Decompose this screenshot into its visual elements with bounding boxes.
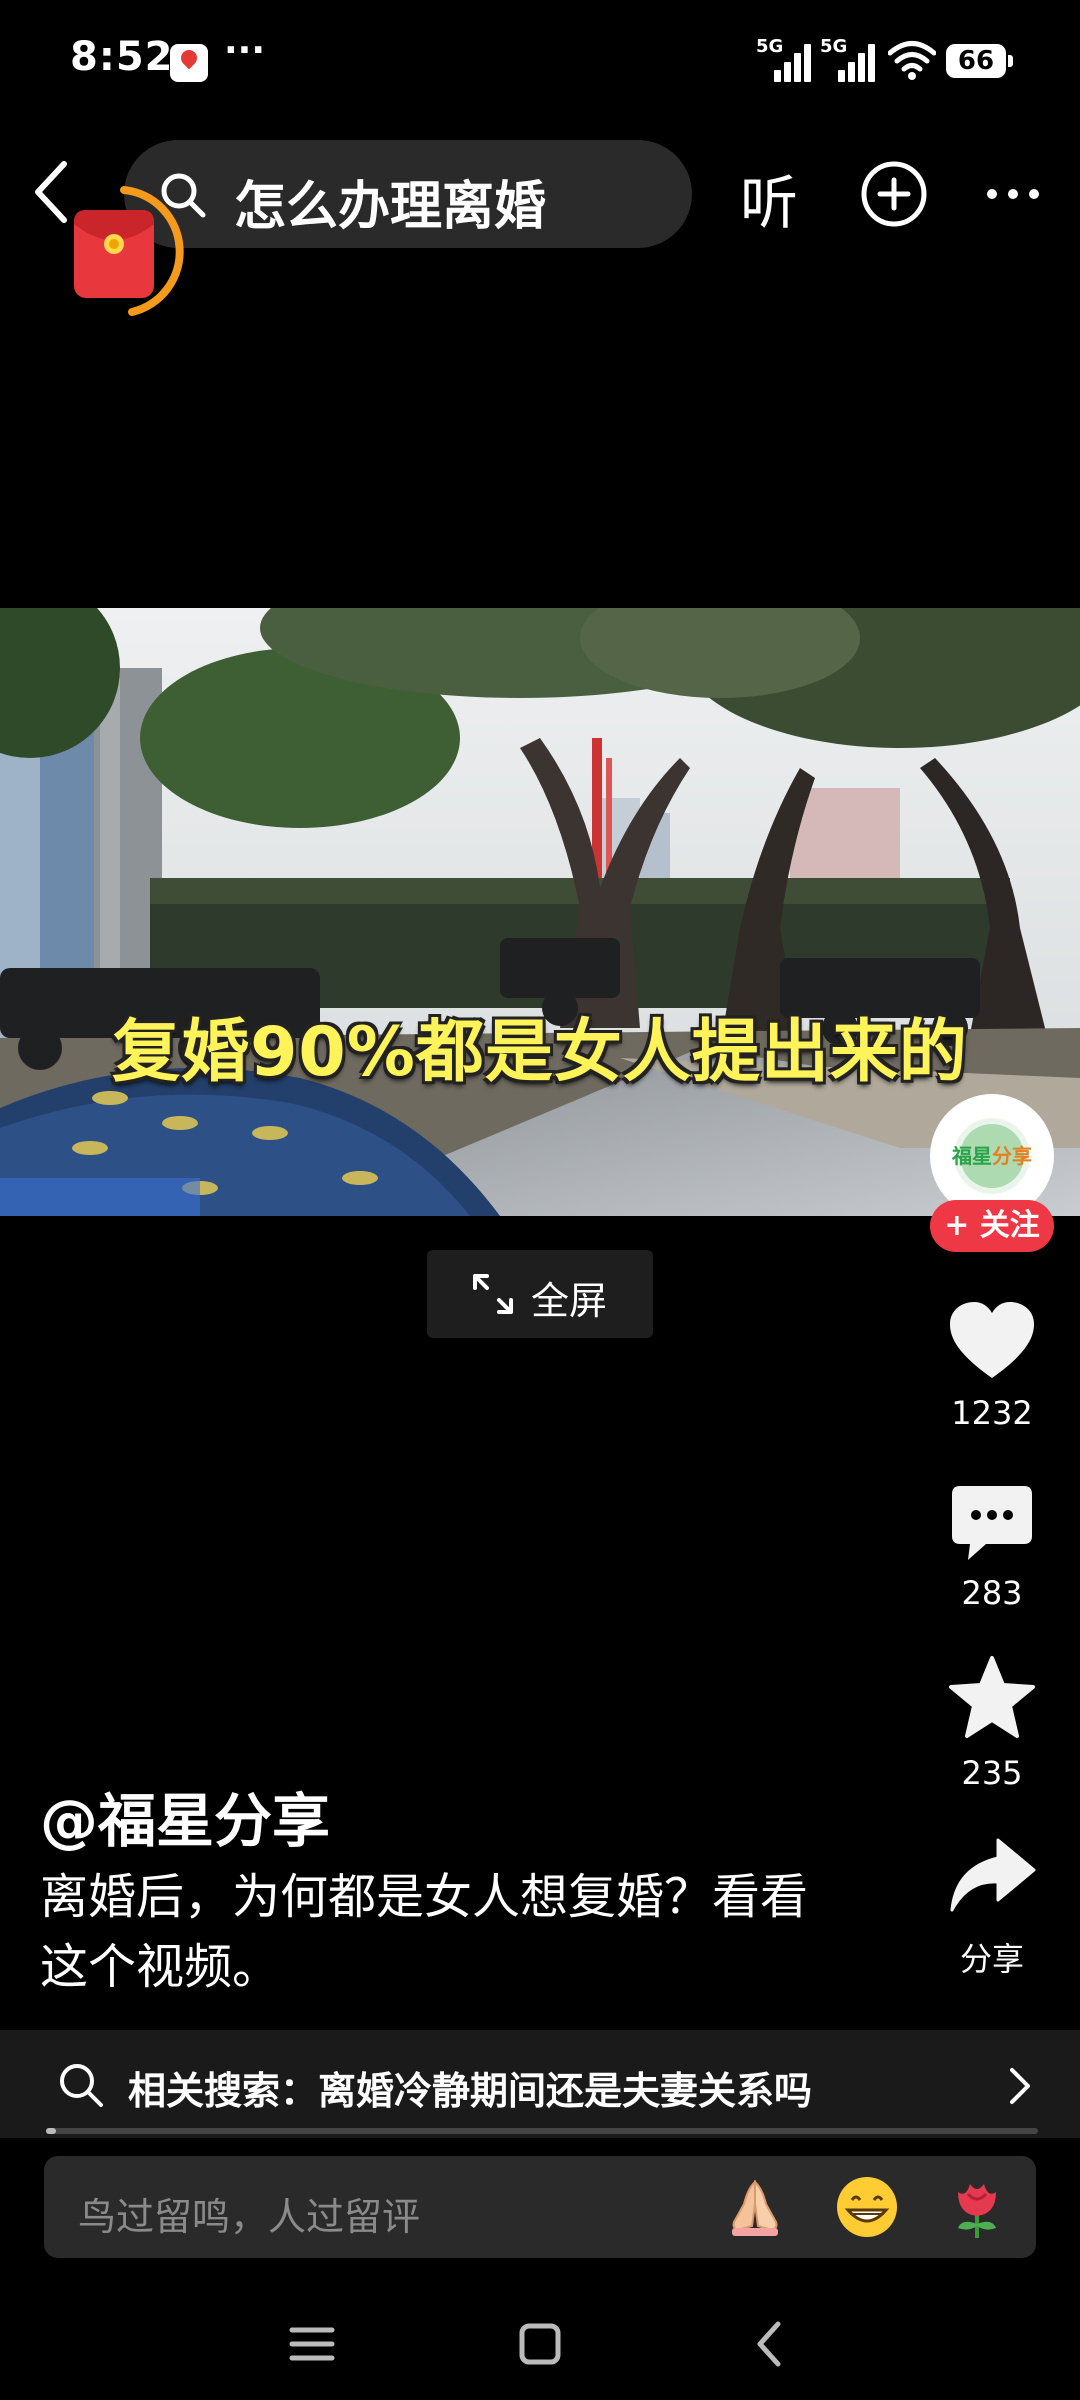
video-subtitle: 复婚90%都是女人提出来的 [112,1013,968,1092]
avatar-text: 福星分享 [952,1144,1032,1168]
comment-input[interactable]: 鸟过留鸣，人过留评 [44,2156,1036,2258]
share-icon[interactable] [948,1834,1036,1922]
heart-icon[interactable] [948,1298,1036,1386]
red-envelope-icon[interactable] [62,180,192,330]
listen-button[interactable]: 听 [740,156,798,240]
status-time: 8:52 [70,34,174,80]
fullscreen-button[interactable]: 全屏 [427,1250,653,1338]
home-icon[interactable] [510,2314,570,2374]
grinning-emoji[interactable] [834,2174,900,2240]
comment-count: 283 [961,1574,1023,1612]
comment-placeholder: 鸟过留鸣，人过留评 [78,2195,421,2239]
comment-icon[interactable] [948,1480,1036,1568]
fullscreen-label: 全屏 [531,1279,608,1323]
location-pin-icon [170,44,208,82]
rose-emoji[interactable] [944,2174,1010,2240]
search-icon [60,2064,103,2107]
back-icon[interactable] [740,2314,800,2374]
related-search-bar[interactable]: 相关搜索：离婚冷静期间还是夫妻关系吗 [0,2030,1080,2138]
wifi-icon [888,41,936,80]
video-frame [0,608,1080,1216]
chevron-right-icon [1010,2068,1030,2104]
signal-icon: 5G [756,36,812,82]
plus-circle-icon[interactable] [860,160,928,228]
share-label[interactable]: 分享 [920,1934,1064,1980]
network-type: 5G [820,36,848,57]
video-player[interactable]: 复婚90%都是女人提出来的 [0,608,1080,1216]
signal-icon: 5G [820,36,876,82]
network-type: 5G [756,36,784,57]
video-progress-bar[interactable] [46,2128,1038,2134]
folded-hands-emoji[interactable] [722,2174,788,2240]
video-description[interactable]: 离婚后，为何都是女人想复婚？看看这个视频。 [40,1862,840,2002]
expand-icon [473,1274,513,1314]
search-bar[interactable]: 怎么办理离婚 [124,140,692,248]
status-bar: 8:52 ··· 5G 5G 66 [0,0,1080,120]
author-name[interactable]: @福星分享 [40,1774,330,1858]
battery-icon: 66 [946,44,1013,78]
like-count: 1232 [951,1394,1033,1432]
system-nav-bar [0,2290,1080,2400]
status-overflow: ··· [224,30,266,71]
more-icon[interactable] [980,160,1046,228]
related-search-text: 相关搜索：离婚冷静期间还是夫妻关系吗 [128,2069,813,2113]
star-icon[interactable] [948,1654,1036,1742]
video-progress-fill [46,2128,56,2134]
menu-icon[interactable] [282,2314,342,2374]
search-query: 怎么办理离婚 [234,177,547,237]
follow-button[interactable]: + 关注 [930,1200,1054,1252]
app-screen: 8:52 ··· 5G 5G 66 怎么办理离婚 听 复婚90%都是女人提出来的… [0,0,1080,2400]
favorite-count: 235 [961,1754,1023,1792]
